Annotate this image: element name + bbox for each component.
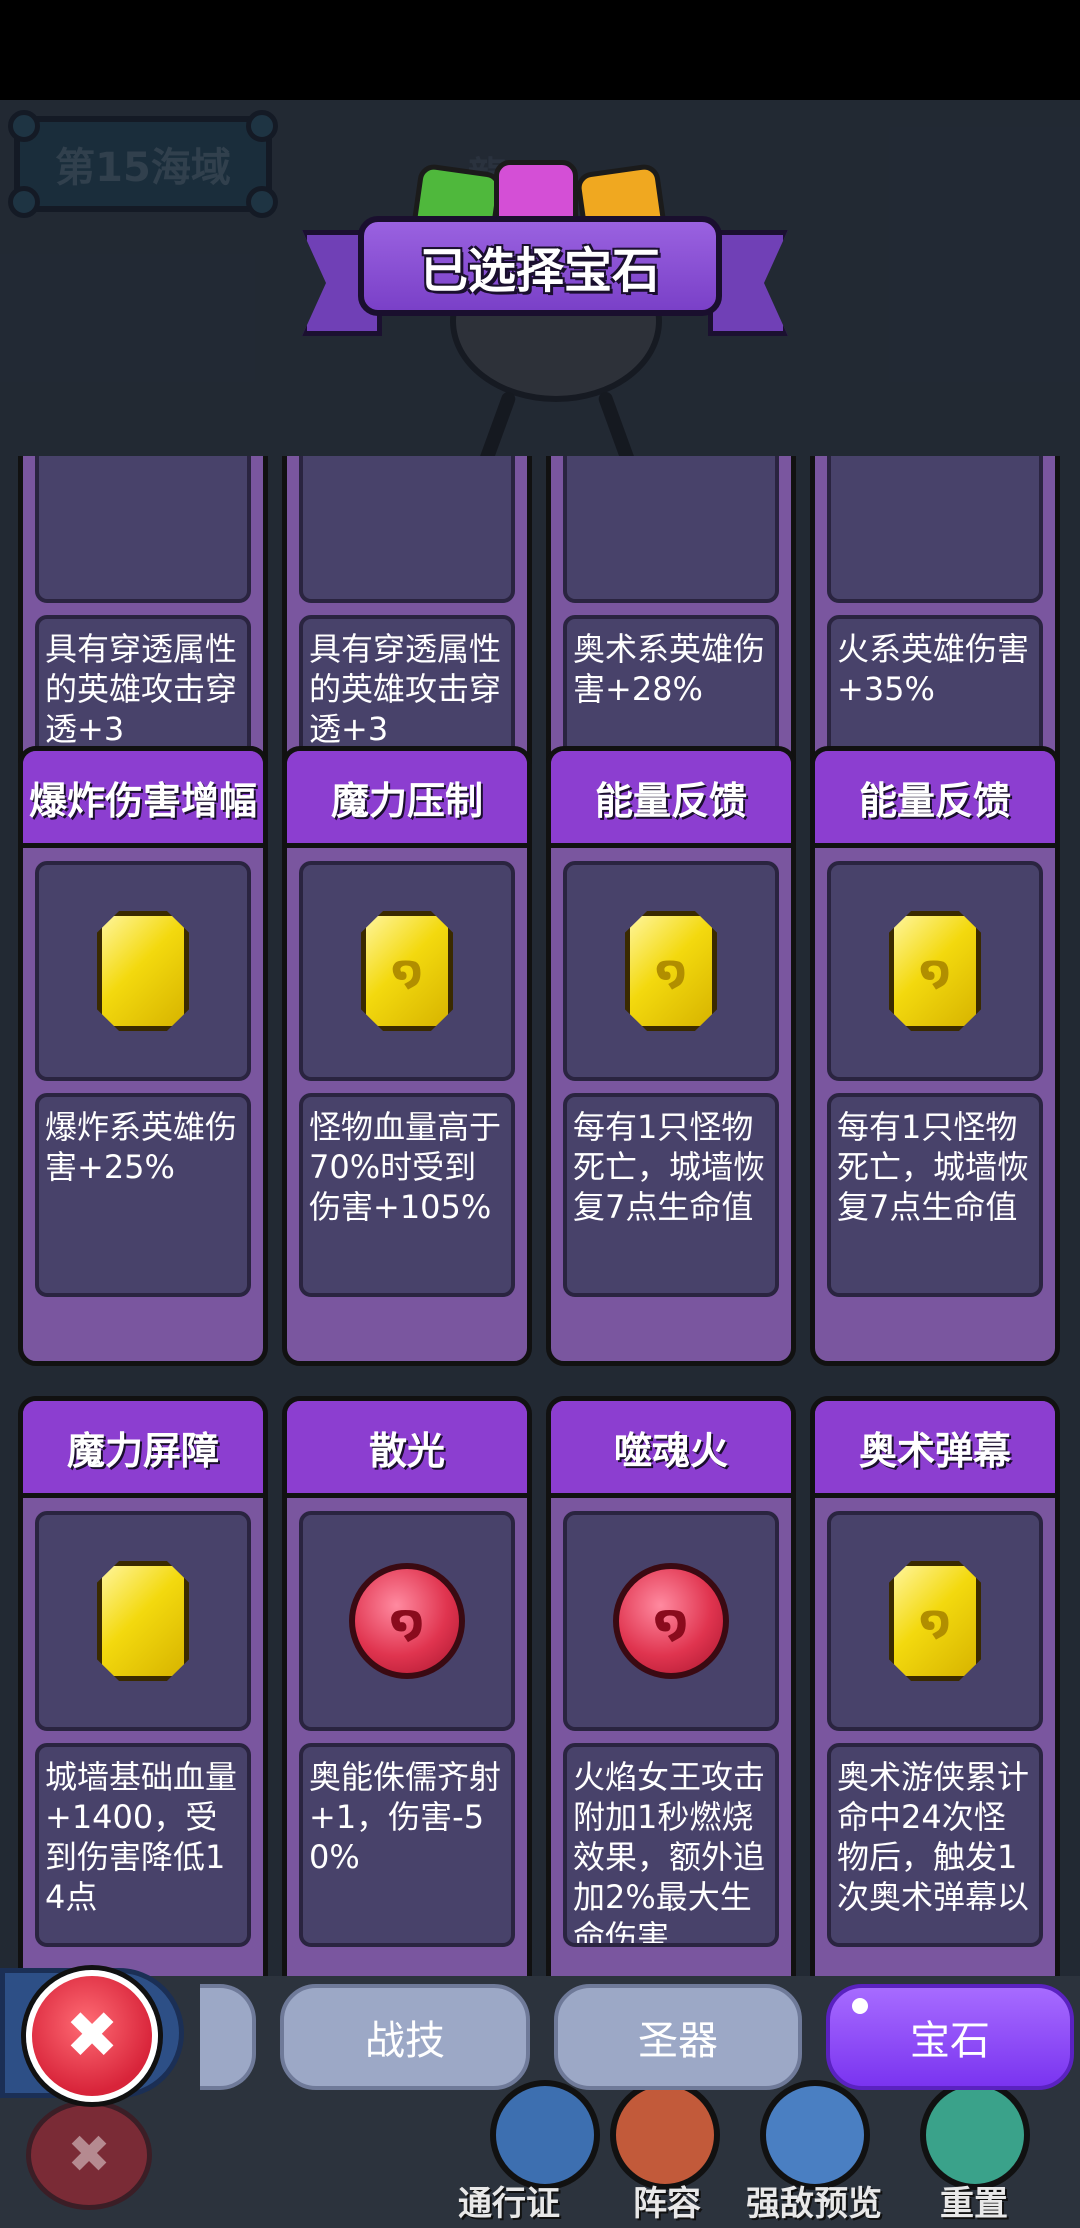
gem-icon-frame [35, 456, 251, 603]
pass-icon[interactable] [490, 2080, 600, 2190]
lineup-icon[interactable] [610, 2080, 720, 2190]
reset-icon[interactable] [920, 2080, 1030, 2190]
gem-icon-frame: ໑ [827, 1511, 1043, 1731]
gem-card-soul-fire[interactable]: 噬魂火 ໑ 火焰女王攻击附加1秒燃烧效果，额外追加2%最大生命伤害 [546, 1396, 796, 1976]
gem-card-title: 能量反馈 [551, 751, 791, 848]
gem-card-title: 散光 [287, 1401, 527, 1498]
yellow-swirl-gem-icon: ໑ [361, 911, 453, 1031]
tab-artifacts-label: 圣器 [638, 2018, 718, 2064]
gem-icon-frame [827, 456, 1043, 603]
selected-gems-banner: 已选择宝石 [358, 216, 722, 316]
gem-icon-frame: ໑ [563, 861, 779, 1081]
tab-artifacts[interactable]: 圣器 [554, 1984, 802, 2090]
gem-card-arcane-barrage[interactable]: 奥术弹幕 ໑ 奥术游侠累计命中24次怪物后，触发1次奥术弹幕以 [810, 1396, 1060, 1976]
yellow-swirl-gem-icon: ໑ [889, 911, 981, 1031]
gem-card-title: 能量反馈 [815, 751, 1055, 848]
gem-card-description: 城墙基础血量+1400，受到伤害降低14点 [35, 1743, 251, 1947]
tab-gems[interactable]: 宝石 [826, 1984, 1074, 2090]
gem-card-description: 每有1只怪物死亡，城墙恢复7点生命值 [827, 1093, 1043, 1297]
tab-partial[interactable] [200, 1984, 256, 2090]
gem-card-scatter-light[interactable]: 散光 ໑ 奥能侏儒齐射+1，伤害-50% [282, 1396, 532, 1976]
close-icon-shadow: ✖ [26, 2100, 152, 2210]
tab-skills-label: 战技 [365, 2018, 445, 2064]
yellow-gem-icon [97, 1561, 189, 1681]
gem-card-title: 魔力屏障 [23, 1401, 263, 1498]
lineup-label[interactable]: 阵容 [633, 2176, 701, 2225]
gem-card-energy-feedback[interactable]: 能量反馈 ໑ 每有1只怪物死亡，城墙恢复7点生命值 [546, 746, 796, 1366]
gem-card-title: 爆炸伤害增幅 [23, 751, 263, 848]
gem-card-title: 魔力压制 [287, 751, 527, 848]
gem-card-grid[interactable]: 具有穿透属性的英雄攻击穿透+3 具有穿透属性的英雄攻击穿透+3 奥术系英雄伤害+… [0, 456, 1080, 1976]
status-bar [0, 0, 1080, 100]
tab-skills[interactable]: 战技 [280, 1984, 530, 2090]
gem-card-description: 火焰女王攻击附加1秒燃烧效果，额外追加2%最大生命伤害 [563, 1743, 779, 1947]
gem-card-energy-feedback[interactable]: 能量反馈 ໑ 每有1只怪物死亡，城墙恢复7点生命值 [810, 746, 1060, 1366]
gem-icon-frame: ໑ [299, 861, 515, 1081]
red-swirl-gem-icon: ໑ [613, 1563, 729, 1679]
reset-label[interactable]: 重置 [940, 2176, 1008, 2225]
gem-icon-frame [299, 456, 515, 603]
gem-icon-frame [563, 456, 779, 603]
gem-card-title: 奥术弹幕 [815, 1401, 1055, 1498]
magnifier-icon[interactable] [760, 2080, 870, 2190]
gem-card-description: 奥术游侠累计命中24次怪物后，触发1次奥术弹幕以 [827, 1743, 1043, 1947]
gem-card-magic-barrier[interactable]: 魔力屏障 城墙基础血量+1400，受到伤害降低14点 [18, 1396, 268, 1976]
gem-card-description: 怪物血量高于70%时受到伤害+105% [299, 1093, 515, 1297]
banner-title: 已选择宝石 [419, 243, 660, 299]
gem-card-description: 爆炸系英雄伤害+25% [35, 1093, 251, 1297]
yellow-gem-icon [97, 911, 189, 1031]
enemy-preview-label[interactable]: 强敌预览 [746, 2176, 882, 2225]
gem-icon-frame: ໑ [299, 1511, 515, 1731]
gem-card-description: 每有1只怪物死亡，城墙恢复7点生命值 [563, 1093, 779, 1297]
yellow-swirl-gem-icon: ໑ [889, 1561, 981, 1681]
close-button[interactable]: ✖ [26, 1970, 158, 2102]
red-swirl-gem-icon: ໑ [349, 1563, 465, 1679]
gem-icon-frame [35, 861, 251, 1081]
yellow-swirl-gem-icon: ໑ [625, 911, 717, 1031]
gem-icon-frame [35, 1511, 251, 1731]
gem-icon-frame: ໑ [827, 861, 1043, 1081]
pass-label[interactable]: 通行证 [458, 2176, 560, 2225]
active-indicator-dot [852, 1998, 868, 2014]
tab-gems-label: 宝石 [910, 2018, 990, 2064]
gem-icon-frame: ໑ [563, 1511, 779, 1731]
gem-card-description: 奥能侏儒齐射+1，伤害-50% [299, 1743, 515, 1947]
gem-card-title: 噬魂火 [551, 1401, 791, 1498]
gem-card-explosion-amp[interactable]: 爆炸伤害增幅 爆炸系英雄伤害+25% [18, 746, 268, 1366]
gem-card-magic-suppress[interactable]: 魔力压制 ໑ 怪物血量高于70%时受到伤害+105% [282, 746, 532, 1366]
